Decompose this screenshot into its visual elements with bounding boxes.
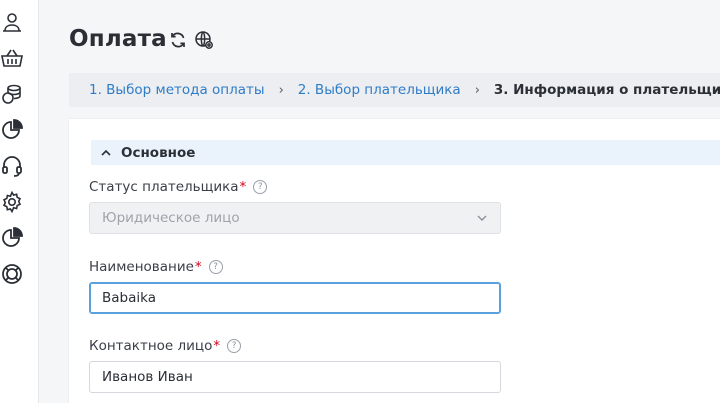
section-header-basic[interactable]: Основное [91,140,720,165]
user-location-icon[interactable] [0,10,24,34]
pie-chart-icon[interactable] [0,118,24,142]
step-payer-choice[interactable]: 2. Выбор плательщика [298,82,461,98]
payer-status-select: Юридическое лицо [89,202,501,234]
steps-breadcrumb: 1. Выбор метода оплаты › 2. Выбор плател… [69,73,720,107]
status-label-text: Статус плательщика [89,179,239,195]
name-label-text: Наименование [89,259,194,275]
step-payer-info: 3. Информация о плательщике [493,82,720,98]
section-title: Основное [121,144,196,161]
globe-settings-icon[interactable] [194,30,214,50]
name-input-value: Babaika [102,290,156,306]
chevron-up-icon[interactable] [99,146,113,160]
coins-icon[interactable] [0,82,24,106]
status-field-label: Статус плательщика * ? [89,179,268,195]
left-sidebar [0,0,39,403]
basket-icon[interactable] [0,46,24,70]
step-separator-chevron-icon: › [474,82,480,98]
contact-label-text: Контактное лицо [89,338,213,354]
step-payment-method[interactable]: 1. Выбор метода оплаты [89,82,265,98]
name-input[interactable]: Babaika [89,282,501,314]
step-separator-chevron-icon: › [278,82,284,98]
contact-person-input[interactable]: Иванов Иван [89,361,501,393]
required-mark: * [213,338,221,354]
pie-chart-icon[interactable] [0,226,24,250]
gear-icon[interactable] [0,190,24,214]
page-title: Оплата [69,26,167,52]
help-icon[interactable]: ? [208,260,223,274]
help-icon[interactable]: ? [227,339,242,353]
name-field-label: Наименование * ? [89,259,223,275]
payer-status-value: Юридическое лицо [102,210,240,226]
form-card: Основное Статус плательщика * ? Юридичес… [69,119,720,403]
headset-icon[interactable] [0,154,24,178]
contact-input-value: Иванов Иван [102,369,193,385]
required-mark: * [194,259,202,275]
refresh-icon[interactable] [168,30,188,50]
contact-field-label: Контактное лицо * ? [89,338,242,354]
required-mark: * [239,179,247,195]
lifebuoy-icon[interactable] [0,262,24,286]
chevron-down-icon [476,212,488,224]
help-icon[interactable]: ? [253,180,268,194]
